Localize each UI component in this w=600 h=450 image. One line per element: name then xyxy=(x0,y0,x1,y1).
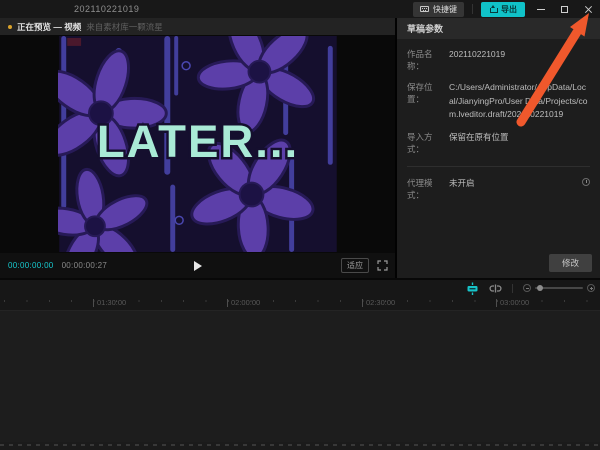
draft-params-panel: 草稿参数 作品名称： 202110221019 保存位置： C:/Users/A… xyxy=(397,18,600,278)
zoom-in-icon[interactable] xyxy=(587,284,595,292)
export-button-label: 导出 xyxy=(501,4,517,15)
minimize-button[interactable] xyxy=(532,0,549,18)
param-path-value: C:/Users/Administrator/AppData/Local/Jia… xyxy=(449,81,590,122)
timeline: 01:30:00 02:00:00 02:30:00 03:00:00 xyxy=(0,280,600,450)
zoom-out-icon[interactable] xyxy=(523,284,531,292)
param-row-proxy: 代理模式： 未开启 xyxy=(407,177,590,201)
ruler-tick-label: 03:00:00 xyxy=(496,299,529,307)
param-import-value: 保留在原有位置 xyxy=(449,131,590,155)
close-icon xyxy=(584,5,593,14)
minimize-icon xyxy=(537,9,545,10)
ruler-tick-label: 02:30:00 xyxy=(362,299,395,307)
timeline-dashed-track xyxy=(0,442,600,450)
draft-params-body: 作品名称： 202110221019 保存位置： C:/Users/Admini… xyxy=(397,39,600,210)
play-icon xyxy=(194,261,202,271)
timeline-tracks[interactable] xyxy=(0,310,600,442)
export-button[interactable]: 导出 xyxy=(481,2,525,17)
param-name-label: 作品名称： xyxy=(407,48,449,72)
zoom-slider-handle[interactable] xyxy=(537,285,543,291)
close-button[interactable] xyxy=(580,0,597,18)
timeline-zoom-slider xyxy=(523,284,595,292)
param-proxy-value: 未开启 xyxy=(449,177,582,201)
param-row-name: 作品名称： 202110221019 xyxy=(407,48,590,72)
param-name-value: 202110221019 xyxy=(449,48,590,72)
preview-header: 正在预览 — 视频 来自素材库一颗流星 xyxy=(0,18,395,35)
maximize-icon xyxy=(561,6,568,13)
tools-separator xyxy=(512,284,513,293)
preview-status-label: 正在预览 — 视频 xyxy=(17,21,81,33)
play-button[interactable] xyxy=(190,258,206,274)
shortcuts-button[interactable]: 快捷键 xyxy=(413,2,464,17)
ruler-tick-label: 02:00:00 xyxy=(227,299,260,307)
timeline-toolbar xyxy=(0,280,600,296)
preview-right-controls: 适应 xyxy=(341,258,388,273)
zoom-slider-track[interactable] xyxy=(535,287,583,289)
modify-button[interactable]: 修改 xyxy=(549,254,592,272)
preview-status-dot xyxy=(8,25,12,29)
preview-controls: 00:00:00:00 00:00:00:27 适应 xyxy=(0,253,395,278)
timeline-ruler[interactable]: 01:30:00 02:00:00 02:30:00 03:00:00 xyxy=(0,296,600,310)
titlebar: 202110221019 快捷键 导出 xyxy=(0,0,600,18)
param-proxy-label: 代理模式： xyxy=(407,177,449,201)
video-area: LATER... xyxy=(0,35,395,253)
draft-params-header: 草稿参数 xyxy=(397,18,600,39)
project-title: 202110221019 xyxy=(74,4,139,14)
param-row-import: 导入方式： 保留在原有位置 xyxy=(407,131,590,155)
video-caption-text: LATER... xyxy=(96,116,298,167)
preview-clip-name: 来自素材库一颗流星 xyxy=(86,21,163,33)
param-row-path: 保存位置： C:/Users/Administrator/AppData/Loc… xyxy=(407,81,590,122)
current-timecode: 00:00:00:00 xyxy=(8,261,54,270)
keyboard-icon xyxy=(420,6,429,12)
params-divider xyxy=(407,166,590,167)
param-path-label: 保存位置： xyxy=(407,81,449,122)
link-clips-icon[interactable] xyxy=(489,282,502,295)
main-area: 正在预览 — 视频 来自素材库一颗流星 xyxy=(0,18,600,278)
info-icon[interactable] xyxy=(582,178,590,186)
video-frame[interactable]: LATER... xyxy=(58,36,338,252)
total-timecode: 00:00:00:27 xyxy=(62,261,108,270)
preview-panel: 正在预览 — 视频 来自素材库一颗流星 xyxy=(0,18,397,278)
magnet-snap-icon[interactable] xyxy=(466,282,479,295)
ruler-tick-label: 01:30:00 xyxy=(93,299,126,307)
maximize-button[interactable] xyxy=(556,0,573,18)
titlebar-separator xyxy=(472,4,473,14)
fit-ratio-button[interactable]: 适应 xyxy=(341,258,369,273)
fullscreen-icon[interactable] xyxy=(377,260,388,271)
param-import-label: 导入方式： xyxy=(407,131,449,155)
timeline-tools xyxy=(466,280,595,296)
titlebar-controls: 快捷键 导出 xyxy=(413,0,597,18)
shortcuts-button-label: 快捷键 xyxy=(433,4,457,15)
export-icon xyxy=(489,5,497,13)
